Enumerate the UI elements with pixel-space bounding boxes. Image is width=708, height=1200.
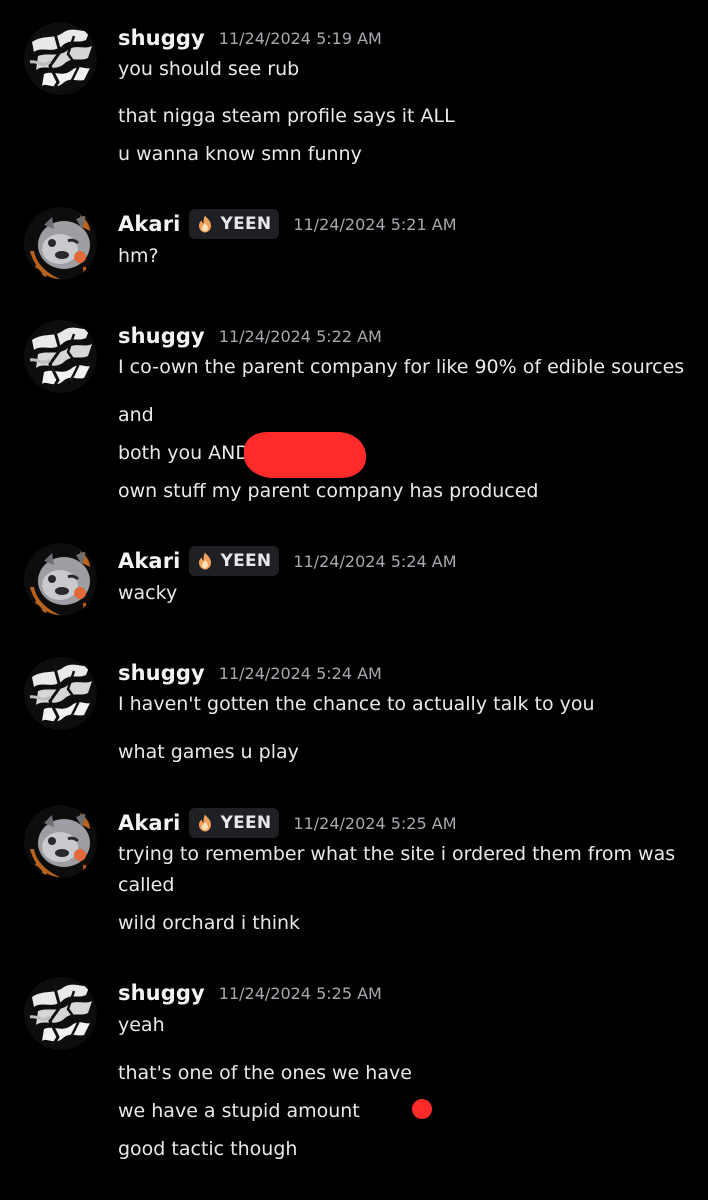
avatar-shuggy[interactable] [24, 977, 97, 1050]
timestamp: 11/24/2024 5:22 AM [218, 326, 382, 346]
message-group-shuggy: shuggy 11/24/2024 5:22 AM I co-own the p… [0, 320, 708, 510]
server-tag[interactable]: YEEN [189, 209, 280, 239]
hyena-character-avatar-icon [24, 207, 97, 280]
message-line: yeah [118, 1014, 165, 1036]
username[interactable]: Akari [118, 212, 180, 236]
message-line: own stuff my parent company has produced [118, 480, 539, 502]
timestamp: 11/24/2024 5:21 AM [293, 214, 457, 234]
avatar-akari[interactable] [24, 207, 97, 280]
flame-icon [195, 214, 215, 234]
message-line: what games u play [118, 741, 299, 763]
message-line: both you AND [118, 442, 251, 464]
username[interactable]: shuggy [118, 324, 205, 348]
message-line: that's one of the ones we have [118, 1062, 412, 1084]
red-dot-mark [412, 1099, 432, 1119]
avatar-shuggy[interactable] [24, 320, 97, 393]
message-line: I haven't gotten the chance to actually … [118, 693, 595, 715]
message-header: Akari YEEN 11/24/2024 5:24 AM [118, 545, 457, 577]
avatar-shuggy[interactable] [24, 657, 97, 730]
timestamp: 11/24/2024 5:24 AM [293, 551, 457, 571]
username[interactable]: Akari [118, 549, 180, 573]
abstract-black-white-avatar-icon [24, 22, 97, 95]
timestamp: 11/24/2024 5:19 AM [218, 28, 382, 48]
flame-icon [195, 551, 215, 571]
message-line: that nigga steam profile says it ALL [118, 105, 455, 127]
message-header: shuggy 11/24/2024 5:22 AM [118, 320, 382, 352]
tag-label: YEEN [220, 551, 272, 571]
message-line: we have a stupid amount [118, 1100, 360, 1122]
message-group-shuggy: shuggy 11/24/2024 5:25 AM yeah that's on… [0, 977, 708, 1167]
message-group-shuggy: shuggy 11/24/2024 5:24 AM I haven't gott… [0, 657, 708, 772]
abstract-black-white-avatar-icon [24, 320, 97, 393]
avatar-akari[interactable] [24, 543, 97, 616]
username[interactable]: shuggy [118, 981, 205, 1005]
message-line: hm? [118, 245, 159, 267]
message-header: shuggy 11/24/2024 5:19 AM [118, 22, 382, 54]
flame-icon [195, 813, 215, 833]
avatar-shuggy[interactable] [24, 22, 97, 95]
username[interactable]: shuggy [118, 661, 205, 685]
message-group-shuggy: shuggy 11/24/2024 5:19 AM you should see… [0, 22, 708, 172]
hyena-character-avatar-icon [24, 805, 97, 878]
message-header: Akari YEEN 11/24/2024 5:21 AM [118, 208, 457, 240]
redaction-mark [244, 432, 366, 478]
message-group-akari: Akari YEEN 11/24/2024 5:21 AM hm? [0, 207, 708, 287]
message-line: and [118, 404, 154, 426]
message-header: Akari YEEN 11/24/2024 5:25 AM [118, 807, 457, 839]
timestamp: 11/24/2024 5:24 AM [218, 663, 382, 683]
abstract-black-white-avatar-icon [24, 657, 97, 730]
message-group-akari: Akari YEEN 11/24/2024 5:24 AM wacky [0, 543, 708, 623]
server-tag[interactable]: YEEN [189, 808, 280, 838]
timestamp: 11/24/2024 5:25 AM [218, 983, 382, 1003]
message-header: shuggy 11/24/2024 5:24 AM [118, 657, 382, 689]
tag-label: YEEN [220, 813, 272, 833]
message-line: trying to remember what the site i order… [118, 843, 676, 896]
tag-label: YEEN [220, 214, 272, 234]
timestamp: 11/24/2024 5:25 AM [293, 813, 457, 833]
message-line: wild orchard i think [118, 912, 301, 934]
message-line: wacky [118, 582, 178, 604]
username[interactable]: shuggy [118, 26, 205, 50]
message-line: good tactic though [118, 1138, 298, 1160]
avatar-akari[interactable] [24, 805, 97, 878]
message-line: I co-own the parent company for like 90%… [118, 356, 685, 378]
username[interactable]: Akari [118, 811, 180, 835]
message-line: you should see rub [118, 58, 300, 80]
message-group-akari: Akari YEEN 11/24/2024 5:25 AM trying to … [0, 805, 708, 945]
server-tag[interactable]: YEEN [189, 546, 280, 576]
message-header: shuggy 11/24/2024 5:25 AM [118, 977, 382, 1009]
message-line: u wanna know smn funny [118, 143, 362, 165]
abstract-black-white-avatar-icon [24, 977, 97, 1050]
hyena-character-avatar-icon [24, 543, 97, 616]
